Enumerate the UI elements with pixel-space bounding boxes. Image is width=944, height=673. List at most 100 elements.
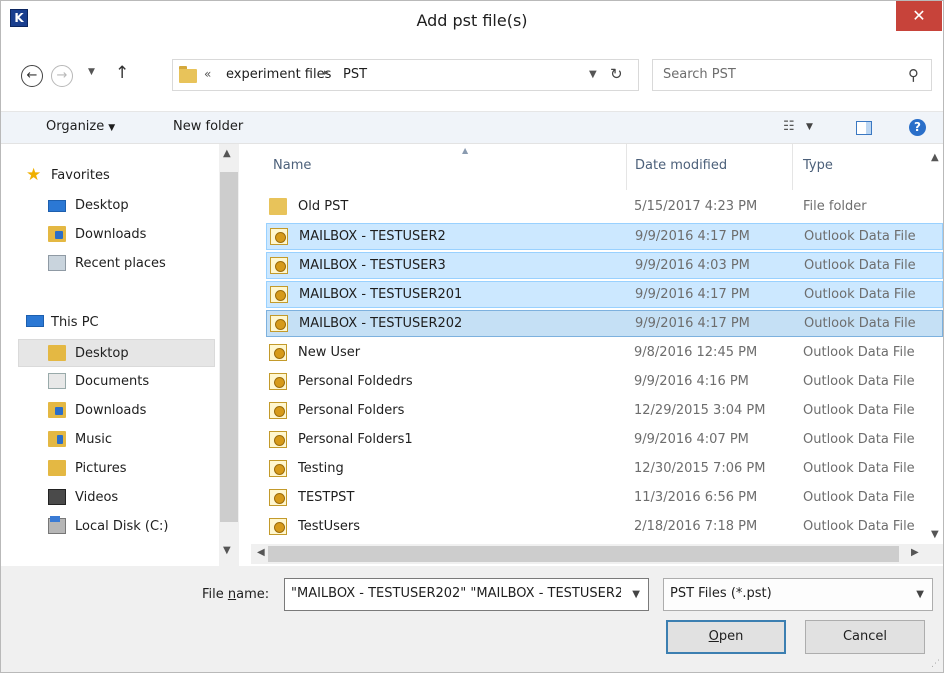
downloads-icon bbox=[48, 402, 66, 418]
column-header-name[interactable]: Name bbox=[273, 158, 311, 173]
nav-item-this-pc[interactable]: This PC bbox=[18, 309, 215, 337]
file-type-value: PST Files (*.pst) bbox=[670, 586, 772, 601]
outlook-data-file-icon bbox=[270, 286, 288, 303]
organize-button[interactable]: Organize ▼ bbox=[46, 119, 115, 134]
breadcrumb-experiment-files[interactable]: experiment files bbox=[226, 67, 331, 82]
file-name-label-accelerator: n bbox=[227, 587, 237, 602]
title-bar: K Add pst file(s) ✕ bbox=[1, 1, 943, 39]
file-row-focused[interactable]: MAILBOX - TESTUSER202 9/9/2016 4:17 PM O… bbox=[266, 310, 943, 337]
new-folder-button[interactable]: New folder bbox=[173, 119, 243, 134]
nav-item-videos[interactable]: Videos bbox=[18, 484, 215, 512]
address-bar[interactable]: « experiment files ▸ PST ▼ ↻ bbox=[172, 59, 639, 91]
file-name-combobox[interactable]: "MAILBOX - TESTUSER202" "MAILBOX - TESTU… bbox=[284, 578, 649, 611]
address-dropdown-icon[interactable]: ▼ bbox=[589, 69, 597, 80]
open-label: pen bbox=[718, 629, 744, 644]
view-options-chevron-icon[interactable]: ▼ bbox=[806, 122, 813, 132]
cancel-button[interactable]: Cancel bbox=[805, 620, 925, 654]
refresh-icon[interactable]: ↻ bbox=[610, 65, 623, 83]
column-header-type[interactable]: Type bbox=[803, 158, 833, 173]
dialog-footer: File name: "MAILBOX - TESTUSER202" "MAIL… bbox=[1, 566, 943, 672]
nav-item-downloads[interactable]: Downloads bbox=[18, 397, 215, 425]
file-type-select[interactable]: PST Files (*.pst) ▼ bbox=[663, 578, 933, 611]
chevron-down-icon[interactable]: ▼ bbox=[916, 589, 924, 600]
up-arrow-icon[interactable]: ↑ bbox=[115, 63, 129, 83]
file-row[interactable]: Testing 12/30/2015 7:06 PM Outlook Data … bbox=[266, 456, 943, 483]
file-date: 9/9/2016 4:03 PM bbox=[635, 258, 750, 273]
file-list-vertical-scrollbar[interactable]: ▲ ▼ bbox=[929, 144, 943, 544]
breadcrumb-separator-icon[interactable]: ▸ bbox=[324, 68, 329, 78]
scroll-right-icon[interactable]: ▶ bbox=[911, 547, 919, 558]
outlook-data-file-icon bbox=[269, 344, 287, 361]
pictures-icon bbox=[48, 460, 66, 476]
scroll-up-icon[interactable]: ▲ bbox=[223, 148, 231, 159]
breadcrumb-pst[interactable]: PST bbox=[343, 67, 367, 82]
desktop-icon bbox=[48, 200, 66, 212]
search-input[interactable]: Search PST ⚲ bbox=[652, 59, 932, 91]
close-button[interactable]: ✕ bbox=[896, 1, 942, 31]
column-divider[interactable] bbox=[626, 144, 627, 190]
file-row[interactable]: New User 9/8/2016 12:45 PM Outlook Data … bbox=[266, 340, 943, 367]
scroll-down-icon[interactable]: ▼ bbox=[223, 545, 231, 556]
scroll-up-icon[interactable]: ▲ bbox=[931, 152, 939, 163]
videos-icon bbox=[48, 489, 66, 505]
preview-pane-icon[interactable] bbox=[856, 121, 872, 135]
nav-item-desktop[interactable]: Desktop bbox=[18, 339, 215, 367]
nav-item-desktop-favorite[interactable]: Desktop bbox=[18, 192, 215, 220]
file-row[interactable]: Personal Folders1 9/9/2016 4:07 PM Outlo… bbox=[266, 427, 943, 454]
file-type: Outlook Data File bbox=[803, 345, 915, 360]
nav-item-recent-places[interactable]: Recent places bbox=[18, 250, 215, 278]
help-icon[interactable]: ? bbox=[909, 119, 926, 136]
outlook-data-file-icon bbox=[270, 257, 288, 274]
file-name: Personal Folders1 bbox=[298, 432, 413, 447]
file-name: MAILBOX - TESTUSER2 bbox=[299, 229, 446, 244]
file-type: Outlook Data File bbox=[803, 432, 915, 447]
scrollbar-thumb[interactable] bbox=[220, 172, 238, 522]
file-name-field[interactable]: "MAILBOX - TESTUSER202" "MAILBOX - TESTU… bbox=[291, 586, 621, 601]
file-type: Outlook Data File bbox=[803, 403, 915, 418]
nav-item-label: Local Disk (C:) bbox=[75, 519, 169, 534]
search-icon[interactable]: ⚲ bbox=[908, 66, 919, 84]
file-row[interactable]: Personal Folders 12/29/2015 3:04 PM Outl… bbox=[266, 398, 943, 425]
nav-item-music[interactable]: Music bbox=[18, 426, 215, 454]
file-list-horizontal-scrollbar[interactable]: ◀ ▶ bbox=[251, 544, 943, 564]
open-button[interactable]: Open bbox=[666, 620, 786, 654]
file-name: TESTPST bbox=[298, 490, 355, 505]
file-row[interactable]: Old PST 5/15/2017 4:23 PM File folder bbox=[266, 194, 943, 221]
file-list: ▲ Name Date modified Type Old PST 5/15/2… bbox=[251, 144, 943, 544]
nav-item-label: Favorites bbox=[51, 168, 110, 183]
nav-item-pictures[interactable]: Pictures bbox=[18, 455, 215, 483]
nav-item-documents[interactable]: Documents bbox=[18, 368, 215, 396]
nav-item-label: Documents bbox=[75, 374, 150, 389]
scroll-left-icon[interactable]: ◀ bbox=[257, 547, 265, 558]
column-divider[interactable] bbox=[792, 144, 793, 190]
change-view-icon[interactable]: ☷ bbox=[783, 119, 795, 134]
file-row-selected[interactable]: MAILBOX - TESTUSER2 9/9/2016 4:17 PM Out… bbox=[266, 223, 943, 250]
nav-pane-scrollbar[interactable]: ▲ ▼ bbox=[219, 144, 239, 568]
back-arrow-icon[interactable]: ← bbox=[21, 65, 43, 87]
nav-item-local-disk[interactable]: Local Disk (C:) bbox=[18, 513, 215, 541]
file-row-selected[interactable]: MAILBOX - TESTUSER201 9/9/2016 4:17 PM O… bbox=[266, 281, 943, 308]
scrollbar-thumb[interactable] bbox=[268, 546, 899, 562]
recent-locations-dropdown-icon[interactable]: ▼ bbox=[88, 67, 95, 77]
file-date: 5/15/2017 4:23 PM bbox=[634, 199, 758, 214]
star-icon: ★ bbox=[26, 165, 42, 185]
chevron-down-icon[interactable]: ▼ bbox=[632, 589, 640, 600]
breadcrumb-overflow-icon[interactable]: « bbox=[204, 67, 211, 81]
column-header-date-modified[interactable]: Date modified bbox=[635, 158, 727, 173]
file-row[interactable]: TestUsers 2/18/2016 7:18 PM Outlook Data… bbox=[266, 514, 943, 541]
outlook-data-file-icon bbox=[270, 228, 288, 245]
file-row[interactable]: TESTPST 11/3/2016 6:56 PM Outlook Data F… bbox=[266, 485, 943, 512]
nav-item-downloads-favorite[interactable]: Downloads bbox=[18, 221, 215, 249]
file-name: MAILBOX - TESTUSER3 bbox=[299, 258, 446, 273]
desktop-folder-icon bbox=[48, 345, 66, 361]
nav-item-favorites[interactable]: ★ Favorites bbox=[18, 162, 215, 190]
outlook-data-file-icon bbox=[270, 315, 288, 332]
scroll-down-icon[interactable]: ▼ bbox=[931, 529, 939, 540]
command-bar: Organize ▼ New folder ☷ ▼ ? bbox=[1, 111, 943, 144]
resize-grip-icon[interactable]: ⋰ bbox=[931, 659, 940, 669]
file-date: 12/30/2015 7:06 PM bbox=[634, 461, 766, 476]
file-row-selected[interactable]: MAILBOX - TESTUSER3 9/9/2016 4:03 PM Out… bbox=[266, 252, 943, 279]
nav-item-label: Downloads bbox=[75, 227, 147, 242]
forward-arrow-icon[interactable]: → bbox=[51, 65, 73, 87]
file-row[interactable]: Personal Foldedrs 9/9/2016 4:16 PM Outlo… bbox=[266, 369, 943, 396]
